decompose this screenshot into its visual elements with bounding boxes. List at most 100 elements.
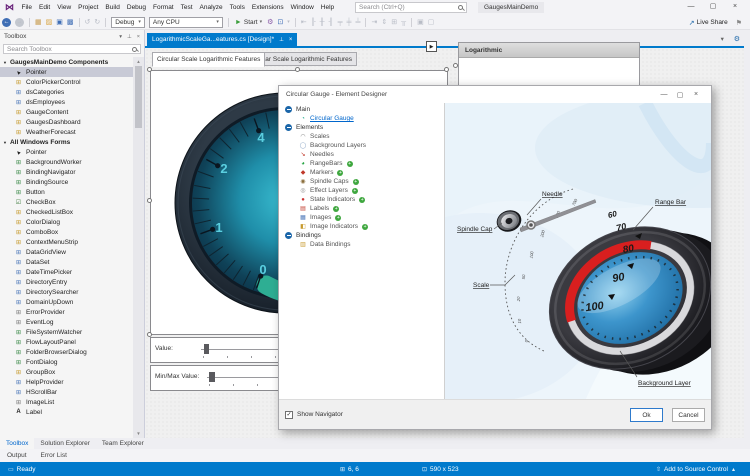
save-all-icon[interactable]: ▩ bbox=[67, 18, 74, 26]
toolbox-item-combobox[interactable]: ⊞ComboBox bbox=[0, 227, 133, 237]
collapse-icon[interactable] bbox=[285, 232, 292, 239]
menu-item-build[interactable]: Build bbox=[102, 0, 123, 15]
bottom-tab-error-list[interactable]: Error List bbox=[34, 452, 74, 459]
collapse-icon[interactable] bbox=[285, 106, 292, 113]
maximize-icon[interactable]: ▢ bbox=[672, 91, 688, 99]
add-icon[interactable]: + bbox=[359, 197, 365, 203]
selection-handle[interactable] bbox=[147, 332, 152, 337]
toolbox-item-pointer[interactable]: ►Pointer bbox=[0, 147, 133, 157]
toolbox-item-eventlog[interactable]: ⊞EventLog bbox=[0, 317, 133, 327]
close-icon[interactable]: × bbox=[289, 37, 293, 43]
menu-item-test[interactable]: Test bbox=[177, 0, 196, 15]
panel-tab-toolbox[interactable]: Toolbox bbox=[0, 438, 34, 449]
toolbox-search-input[interactable]: Search Toolbox bbox=[3, 44, 141, 54]
panel-tab-team-explorer[interactable]: Team Explorer bbox=[96, 438, 150, 449]
align-middles-icon[interactable]: ╪ bbox=[347, 19, 352, 26]
smart-tag-button[interactable]: ▶ bbox=[426, 41, 437, 52]
toolbox-item-backgroundworker[interactable]: ⊞BackgroundWorker bbox=[0, 157, 133, 167]
bring-to-front-icon[interactable]: ▣ bbox=[417, 18, 424, 26]
toolbox-scrollbar[interactable]: ▲ ▼ bbox=[133, 57, 144, 438]
toolbox-close-icon[interactable]: × bbox=[137, 34, 140, 40]
selection-handle[interactable] bbox=[453, 63, 458, 68]
toolbox-item-hscrollbar[interactable]: ⊞HScrollBar bbox=[0, 387, 133, 397]
toolbox-item-colordialog[interactable]: ⊞ColorDialog bbox=[0, 217, 133, 227]
menu-item-analyze[interactable]: Analyze bbox=[196, 0, 226, 15]
pin-icon[interactable]: ⊥ bbox=[127, 34, 132, 40]
same-width-icon[interactable]: ⇥ bbox=[371, 18, 377, 26]
toolbox-item-filesystemwatcher[interactable]: ⊞FileSystemWatcher bbox=[0, 327, 133, 337]
toolbox-item-dsemployees[interactable]: ⊞dsEmployees bbox=[0, 97, 133, 107]
menu-item-tools[interactable]: Tools bbox=[226, 0, 248, 15]
open-file-icon[interactable]: ▨ bbox=[46, 18, 53, 26]
close-icon[interactable]: × bbox=[688, 91, 704, 98]
document-tab[interactable]: LogarithmicScaleGa...eatures.cs [Design]… bbox=[147, 33, 297, 46]
scroll-down-icon[interactable]: ▼ bbox=[133, 429, 144, 438]
tree-item-effect-layers[interactable]: ◎Effect Layers+ bbox=[279, 186, 444, 195]
tree-section-bindings[interactable]: Bindings bbox=[279, 231, 444, 240]
tree-item-state-indicators[interactable]: ●State Indicators+ bbox=[279, 195, 444, 204]
navigate-forward-icon[interactable]: → bbox=[15, 18, 24, 27]
tree-item-labels[interactable]: ▤Labels+ bbox=[279, 204, 444, 213]
toolbox-item-datetimepicker[interactable]: ⊞DateTimePicker bbox=[0, 267, 133, 277]
add-icon[interactable]: + bbox=[335, 215, 341, 221]
menu-item-debug[interactable]: Debug bbox=[123, 0, 149, 15]
toolbox-item-gaugesdashboard[interactable]: ⊞GaugesDashboard bbox=[0, 117, 133, 127]
gear-icon[interactable]: ⚙ bbox=[734, 36, 740, 43]
selection-handle[interactable] bbox=[444, 67, 449, 72]
align-centers-icon[interactable]: ╫ bbox=[320, 19, 325, 26]
toolbox-item-button[interactable]: ⊞Button bbox=[0, 187, 133, 197]
solution-name-button[interactable]: GaugesMainDemo bbox=[478, 2, 544, 13]
toolbox-item-weatherforecast[interactable]: ⊞WeatherForecast bbox=[0, 127, 133, 137]
toolbar-overflow-icon[interactable]: ▾ bbox=[287, 19, 290, 25]
tree-item-circular-gauge[interactable]: ◔Circular Gauge bbox=[279, 114, 444, 123]
toolbox-group-header[interactable]: ▼All Windows Forms bbox=[0, 137, 133, 147]
align-tops-icon[interactable]: ╤ bbox=[338, 19, 343, 26]
add-icon[interactable]: + bbox=[353, 179, 359, 185]
toolbox-item-imagelist[interactable]: ⊞ImageList bbox=[0, 397, 133, 407]
show-navigator-checkbox[interactable]: ✓ bbox=[285, 411, 293, 419]
tree-item-scales[interactable]: ◠Scales bbox=[279, 132, 444, 141]
menu-item-view[interactable]: View bbox=[54, 0, 75, 15]
redo-icon[interactable]: ↻ bbox=[94, 18, 100, 26]
save-icon[interactable]: ▣ bbox=[56, 18, 63, 26]
add-icon[interactable]: + bbox=[362, 224, 368, 230]
value-slider-thumb[interactable] bbox=[204, 344, 209, 354]
toolbox-item-bindingnavigator[interactable]: ⊞BindingNavigator bbox=[0, 167, 133, 177]
align-lefts-icon[interactable]: ╟ bbox=[311, 19, 316, 26]
start-debug-button[interactable]: ► Start ▾ bbox=[235, 19, 262, 26]
designer-tab-circular[interactable]: Circular Scale Logarithmic Features bbox=[152, 52, 265, 67]
tree-section-main[interactable]: Main bbox=[279, 105, 444, 114]
toolbox-group-header[interactable]: ▼GaugesMainDemo Components bbox=[0, 57, 133, 67]
toolbox-item-dscategories[interactable]: ⊞dsCategories bbox=[0, 87, 133, 97]
tree-section-elements[interactable]: Elements bbox=[279, 123, 444, 132]
cancel-button[interactable]: Cancel bbox=[672, 408, 705, 422]
dialog-title-bar[interactable]: Circular Gauge - Element Designer — ▢ × bbox=[279, 86, 711, 103]
size-to-grid-icon[interactable]: ⊞ bbox=[391, 18, 397, 26]
toolbox-item-directorysearcher[interactable]: ⊞DirectorySearcher bbox=[0, 287, 133, 297]
add-to-source-control-button[interactable]: ⇧ Add to Source Control ▴ bbox=[656, 466, 738, 473]
toolbox-item-checkbox[interactable]: ☑CheckBox bbox=[0, 197, 133, 207]
toolbox-item-contextmenustrip[interactable]: ⊞ContextMenuStrip bbox=[0, 237, 133, 247]
menu-item-window[interactable]: Window bbox=[287, 0, 317, 15]
navigate-back-icon[interactable]: ← bbox=[2, 18, 11, 27]
toolbox-item-domainupdown[interactable]: ⊞DomainUpDown bbox=[0, 297, 133, 307]
align-bottoms-icon[interactable]: ╧ bbox=[356, 19, 361, 26]
maximize-icon[interactable]: ▢ bbox=[702, 0, 724, 14]
new-project-icon[interactable]: ▦ bbox=[35, 18, 42, 26]
screenshot-tool-icon[interactable]: ⊡ bbox=[277, 18, 283, 26]
align-left-edges-icon[interactable]: ⇤ bbox=[301, 18, 307, 26]
menu-item-project[interactable]: Project bbox=[75, 0, 102, 15]
align-rights-icon[interactable]: ╢ bbox=[329, 19, 334, 26]
toolbox-item-datagridview[interactable]: ⊞DataGridView bbox=[0, 247, 133, 257]
scroll-up-icon[interactable]: ▲ bbox=[133, 57, 144, 66]
tree-item-background-layers[interactable]: ◯Background Layers bbox=[279, 141, 444, 150]
toolbox-item-groupbox[interactable]: ⊞GroupBox bbox=[0, 367, 133, 377]
toolbox-item-flowlayoutpanel[interactable]: ⊞FlowLayoutPanel bbox=[0, 337, 133, 347]
toolbox-item-fontdialog[interactable]: ⊞FontDialog bbox=[0, 357, 133, 367]
toolbox-item-errorprovider[interactable]: ⊞ErrorProvider bbox=[0, 307, 133, 317]
minimize-icon[interactable]: — bbox=[680, 0, 702, 14]
send-to-back-icon[interactable]: ▢ bbox=[428, 18, 435, 26]
add-icon[interactable]: + bbox=[352, 188, 358, 194]
toolbox-item-colorpickercontrol[interactable]: ⊞ColorPickerControl bbox=[0, 77, 133, 87]
tree-item-spindle-caps[interactable]: ◉Spindle Caps+ bbox=[279, 177, 444, 186]
